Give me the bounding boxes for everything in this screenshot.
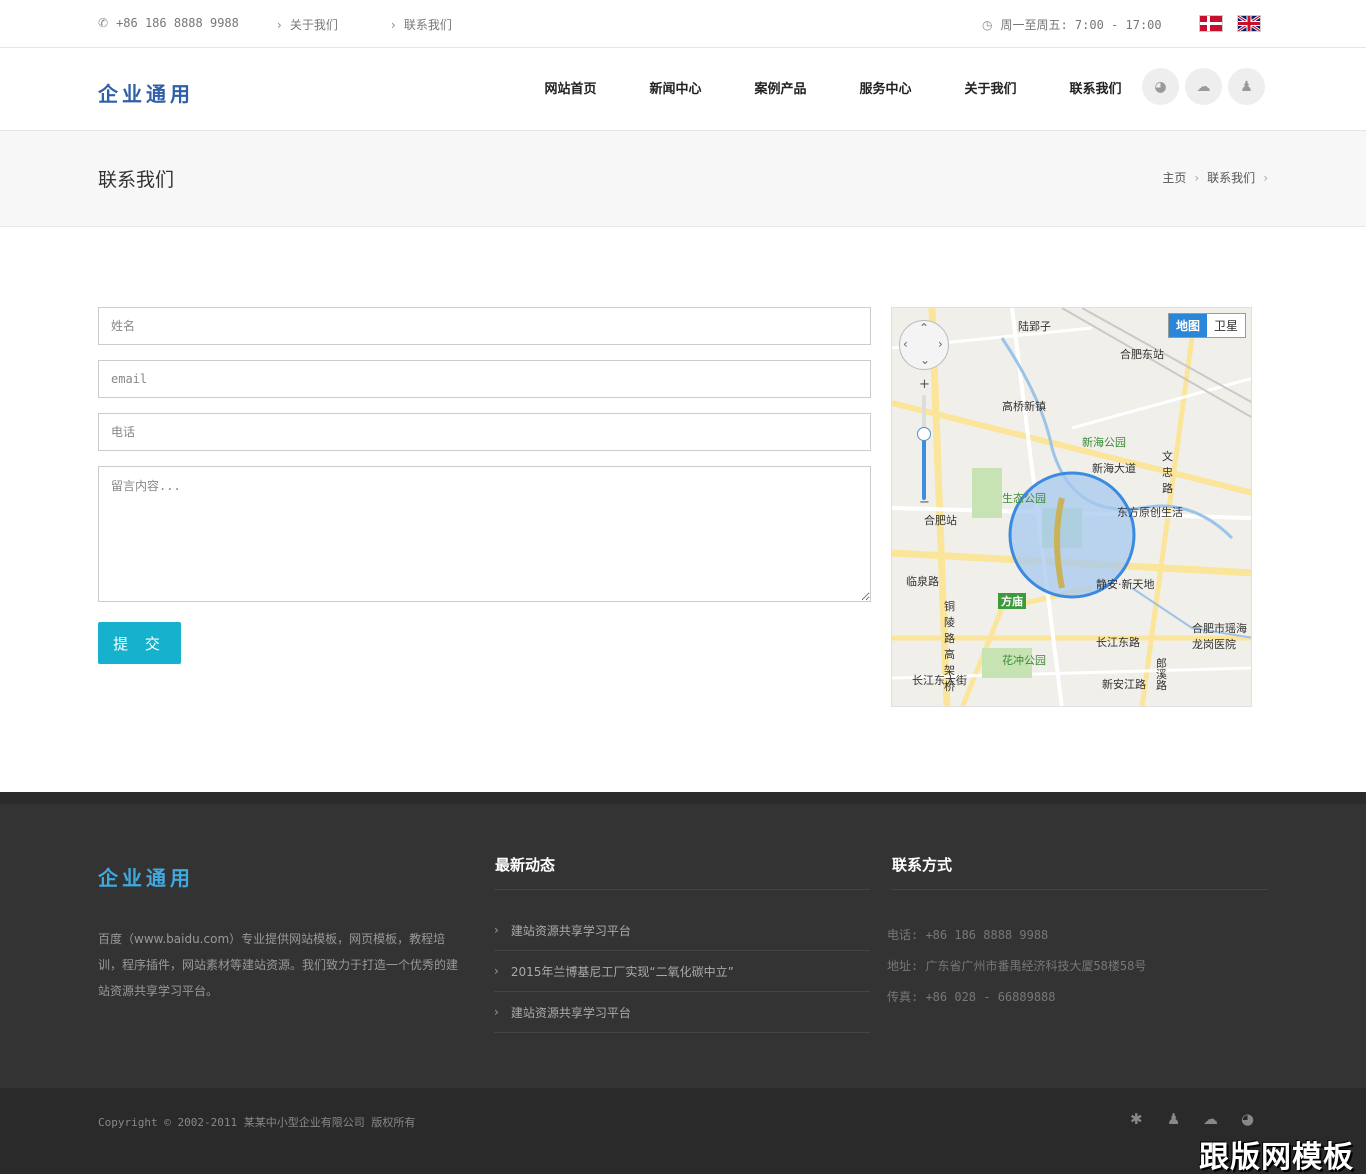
- main-header: 企业通用 网站首页 新闻中心 案例产品 服务中心 关于我们 联系我们 ◕ ☁ ♟: [0, 48, 1366, 131]
- map-label: 合肥站: [924, 514, 957, 527]
- zoom-out-icon[interactable]: −: [919, 495, 930, 510]
- name-field[interactable]: [98, 307, 871, 345]
- page-header: 联系我们 主页 › 联系我们 ›: [0, 131, 1366, 227]
- nav-item-cases[interactable]: 案例产品: [728, 78, 833, 97]
- main-nav: 网站首页 新闻中心 案例产品 服务中心 关于我们 联系我们: [518, 78, 1148, 97]
- breadcrumb-current[interactable]: 联系我们: [1207, 169, 1255, 186]
- qq-icon[interactable]: ♟: [1228, 68, 1265, 105]
- map-label: 陆郢子: [1018, 320, 1051, 333]
- map-label: 高桥新镇: [1002, 400, 1046, 413]
- weibo-icon[interactable]: ◕: [1241, 1110, 1254, 1128]
- map-pan-control[interactable]: ⌃ ⌄ ‹ ›: [899, 320, 949, 370]
- message-field[interactable]: [98, 466, 871, 602]
- zoom-in-icon[interactable]: +: [919, 377, 930, 392]
- footer: 企业通用 百度（www.baidu.com）专业提供网站模板，网页模板，教程培训…: [0, 792, 1366, 1088]
- pan-up-icon[interactable]: ⌃: [919, 321, 929, 335]
- map-label: 东方原创生活: [1117, 506, 1183, 519]
- top-link-about[interactable]: › 关于我们: [277, 16, 338, 33]
- contact-divider: [891, 889, 1268, 890]
- nav-item-contact[interactable]: 联系我们: [1043, 78, 1148, 97]
- map-label: 铜陵路高架桥: [944, 600, 955, 693]
- breadcrumb: 主页 › 联系我们 ›: [1162, 169, 1268, 186]
- weibo-icon[interactable]: ◕: [1142, 68, 1179, 105]
- map-label: 新海大道: [1092, 462, 1136, 475]
- map-label: 新海公园: [1082, 436, 1126, 449]
- contact-fax: 传真: +86 028 - 66889888: [887, 990, 1056, 1004]
- zoom-handle[interactable]: [917, 427, 931, 441]
- chevron-right-icon: ›: [277, 17, 282, 32]
- zoom-fill: [922, 433, 926, 500]
- baidu-map[interactable]: 陆郢子 合肥东站 高桥新镇 新海公园 新海大道 文忠路 生态公园 合肥站 东方原…: [891, 307, 1252, 707]
- map-label: 新安江路: [1102, 678, 1146, 691]
- uk-flag-icon[interactable]: [1237, 15, 1261, 32]
- map-zoom-slider[interactable]: + −: [917, 377, 931, 513]
- map-type-switch: 地图 卫星: [1167, 313, 1246, 338]
- pan-down-icon[interactable]: ⌄: [920, 353, 930, 367]
- news-item-label: 建站资源共享学习平台: [510, 923, 631, 938]
- top-link-contact[interactable]: › 联系我们: [391, 16, 452, 33]
- news-divider: [494, 889, 870, 890]
- news-heading: 最新动态: [495, 856, 556, 874]
- map-label: 合肥东站: [1120, 348, 1164, 361]
- map-label: 临泉路: [906, 575, 939, 588]
- hours-text: 周一至周五: 7:00 - 17:00: [1000, 18, 1162, 32]
- nav-item-news[interactable]: 新闻中心: [623, 78, 728, 97]
- wechat-icon[interactable]: ☁: [1203, 1110, 1218, 1128]
- page-title: 联系我们: [98, 169, 175, 191]
- footer-about: 百度（www.baidu.com）专业提供网站模板，网页模板，教程培训，程序插件…: [98, 932, 459, 998]
- map-label: 郎溪路: [1156, 657, 1167, 692]
- map-label: 花冲公园: [1002, 654, 1046, 667]
- news-item-label: 建站资源共享学习平台: [510, 1005, 631, 1020]
- danish-flag-icon[interactable]: [1199, 15, 1223, 32]
- top-link-about-label: 关于我们: [289, 18, 338, 32]
- pan-left-icon[interactable]: ‹: [903, 337, 908, 351]
- map-label: 长江东大街: [912, 674, 967, 687]
- contact-address: 地址: 广东省广州市番禺经济科技大厦58楼58号: [887, 959, 1147, 973]
- chevron-right-icon: ›: [391, 17, 396, 32]
- chevron-right-icon: ›: [494, 923, 499, 937]
- news-item[interactable]: › 2015年兰博基尼工厂实现“二氧化碳中立”: [494, 951, 870, 992]
- hours-info: ◷ 周一至周五: 7:00 - 17:00: [982, 16, 1162, 33]
- top-bar: ✆ +86 186 8888 9988 › 关于我们 › 联系我们 ◷ 周一至周…: [0, 0, 1366, 48]
- map-label: 合肥市瑶海龙岗医院: [1192, 622, 1247, 651]
- phone-icon: ✆: [98, 16, 109, 30]
- news-item[interactable]: › 建站资源共享学习平台: [494, 910, 870, 951]
- map-label: 方庙: [998, 593, 1026, 609]
- map-label: 长江东路: [1096, 636, 1140, 649]
- email-field[interactable]: [98, 360, 871, 398]
- copyright: Copyright © 2002-2011 某某中小型企业有限公司 版权所有: [98, 1116, 416, 1129]
- chevron-right-icon: ›: [1194, 170, 1200, 185]
- news-item[interactable]: › 建站资源共享学习平台: [494, 992, 870, 1033]
- submit-button[interactable]: 提 交: [98, 622, 181, 664]
- footer-divider: [0, 792, 1366, 804]
- news-item-label: 2015年兰博基尼工厂实现“二氧化碳中立”: [510, 964, 734, 979]
- phone-text: +86 186 8888 9988: [116, 16, 239, 30]
- map-label: 静安·新天地: [1096, 578, 1155, 591]
- clock-icon: ◷: [982, 17, 993, 32]
- footer-logo: 企业通用: [98, 866, 194, 890]
- chevron-right-icon: ›: [494, 964, 499, 978]
- phone-info: ✆ +86 186 8888 9988: [98, 16, 239, 30]
- qq-icon[interactable]: ♟: [1167, 1110, 1180, 1128]
- map-label: 文忠路: [1162, 450, 1173, 495]
- contact-phone: 电话: +86 186 8888 9988: [887, 928, 1049, 942]
- top-link-contact-label: 联系我们: [403, 18, 452, 32]
- nav-item-about[interactable]: 关于我们: [938, 78, 1043, 97]
- nav-item-home[interactable]: 网站首页: [518, 78, 623, 97]
- bottom-bar: Copyright © 2002-2011 某某中小型企业有限公司 版权所有 ✱…: [0, 1088, 1366, 1174]
- map-type-map-button[interactable]: 地图: [1168, 314, 1207, 337]
- phone-field[interactable]: [98, 413, 871, 451]
- watermark: 跟版网模板: [1199, 1140, 1354, 1174]
- wechat-icon[interactable]: ☁: [1185, 68, 1222, 105]
- pan-right-icon[interactable]: ›: [938, 337, 943, 351]
- site-logo[interactable]: 企业通用: [98, 78, 194, 107]
- chevron-right-icon: ›: [1263, 170, 1268, 185]
- breadcrumb-home[interactable]: 主页: [1162, 169, 1186, 186]
- contact-heading: 联系方式: [892, 856, 953, 874]
- map-label: 生态公园: [1002, 492, 1046, 505]
- nav-item-service[interactable]: 服务中心: [833, 78, 938, 97]
- chevron-right-icon: ›: [494, 1005, 499, 1019]
- baidu-icon[interactable]: ✱: [1130, 1110, 1143, 1128]
- map-type-satellite-button[interactable]: 卫星: [1207, 314, 1245, 337]
